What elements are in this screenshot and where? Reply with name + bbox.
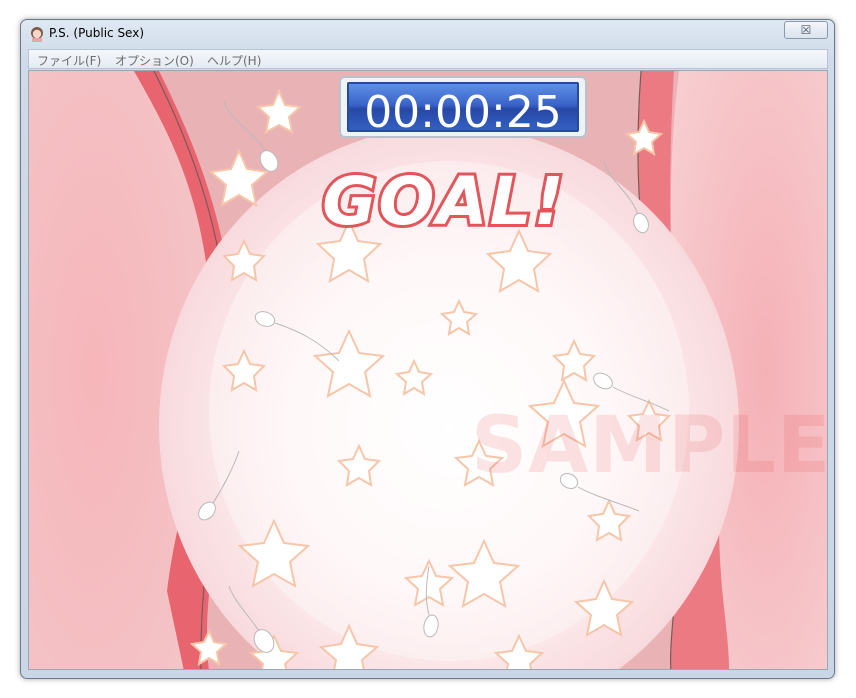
window-title: P.S. (Public Sex): [49, 26, 145, 40]
menu-file[interactable]: ファイル(F): [37, 52, 101, 69]
timer-display: 00:00:25: [347, 82, 579, 138]
timer-value: 00:00:25: [364, 87, 562, 138]
game-scene: [29, 71, 827, 669]
sample-watermark: SAMPLE: [471, 401, 828, 491]
menu-options[interactable]: オプション(O): [115, 52, 194, 69]
close-button[interactable]: ☒: [784, 21, 828, 39]
app-window: P.S. (Public Sex) ☒ ファイル(F) オプション(O) ヘルプ…: [20, 19, 835, 679]
app-icon: [31, 27, 43, 42]
game-canvas[interactable]: 00:00:25 GOAL! SAMPLE: [28, 70, 828, 670]
close-icon: ☒: [800, 23, 812, 37]
menu-bar: ファイル(F) オプション(O) ヘルプ(H): [28, 49, 828, 69]
timer-panel: 00:00:25: [339, 76, 587, 138]
menu-help[interactable]: ヘルプ(H): [207, 52, 261, 69]
title-bar[interactable]: P.S. (Public Sex) ☒: [21, 20, 834, 48]
goal-banner: GOAL!: [319, 160, 567, 243]
